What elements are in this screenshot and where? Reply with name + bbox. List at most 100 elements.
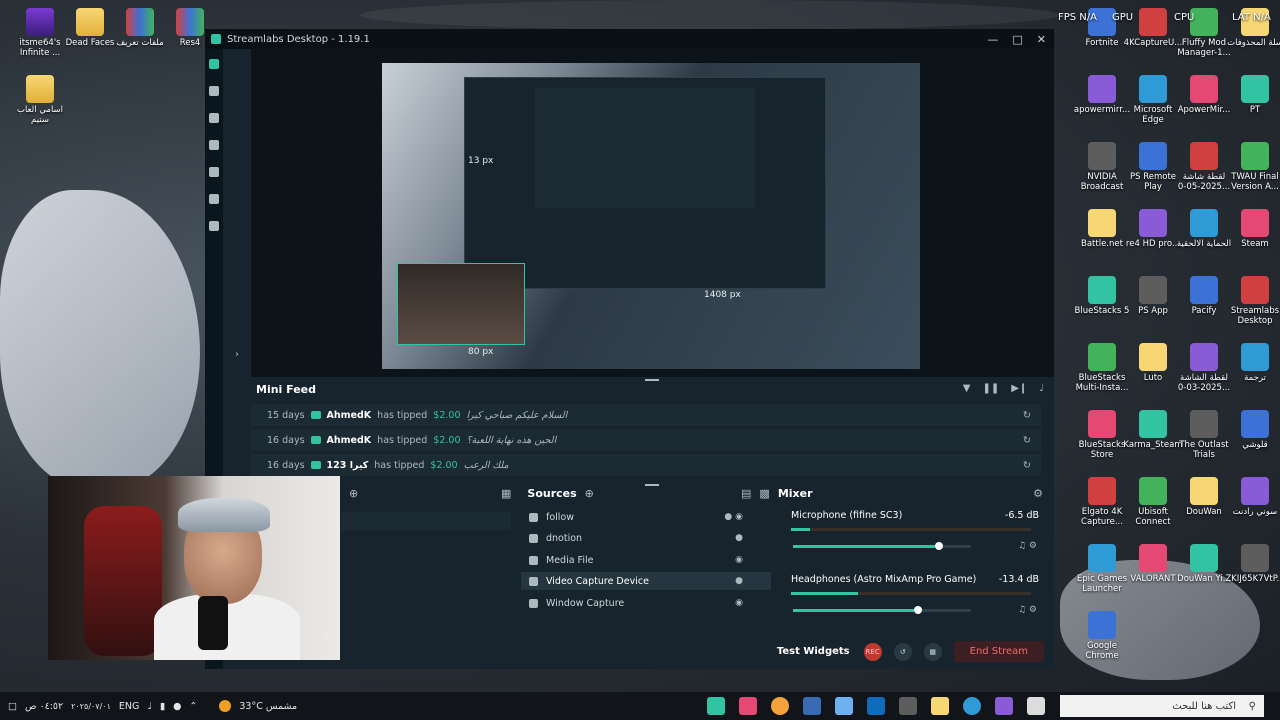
- battery-icon[interactable]: ▮: [160, 701, 165, 712]
- desktop-icon[interactable]: TWAU Final Version A...: [1225, 142, 1280, 192]
- notification-icon[interactable]: □: [8, 701, 17, 712]
- dashboard-icon[interactable]: [209, 86, 219, 96]
- preview-scene[interactable]: 13 px 1408 px 80 px: [382, 63, 920, 369]
- app-icon: [1088, 410, 1116, 438]
- settings-icon[interactable]: [209, 221, 219, 231]
- clock-date[interactable]: ٢٠٢٥/٠٧/٠١: [71, 702, 111, 711]
- store-taskbar-icon[interactable]: [899, 697, 917, 715]
- replay-buffer-icon[interactable]: ↺: [893, 642, 912, 661]
- source-row[interactable]: Media File ◉: [521, 551, 771, 569]
- app-icon: [1088, 611, 1116, 639]
- source-row[interactable]: dnotion ●: [521, 529, 771, 547]
- mic-vol-knob[interactable]: [935, 542, 944, 550]
- replay-icon[interactable]: ↻: [1023, 410, 1031, 421]
- app-icon: [1241, 276, 1269, 304]
- layout-icon[interactable]: [209, 194, 219, 204]
- test-widgets-button[interactable]: Test Widgets: [777, 646, 850, 657]
- visibility-icon[interactable]: ◉: [735, 598, 743, 608]
- mute-and-gear-icon[interactable]: ♫ ⚙: [1018, 605, 1037, 615]
- edge-taskbar-icon[interactable]: [963, 697, 981, 715]
- source-row[interactable]: Window Capture ◉: [521, 594, 771, 612]
- collapse-chevron-icon[interactable]: ›: [235, 349, 239, 360]
- close-icon[interactable]: ✕: [1037, 33, 1046, 46]
- folder-icon[interactable]: ▦: [501, 487, 511, 500]
- tools-icon[interactable]: [209, 140, 219, 150]
- hp-vol-fill: [793, 609, 915, 612]
- stream-preview[interactable]: 13 px 1408 px 80 px: [251, 49, 1054, 377]
- replay-icon[interactable]: ↻: [1023, 460, 1031, 471]
- outlook-taskbar-icon[interactable]: [867, 697, 885, 715]
- pause-icon[interactable]: ❚❚: [982, 383, 999, 394]
- add-scene-icon[interactable]: ⊕: [349, 487, 358, 500]
- hp-vol-knob[interactable]: [914, 606, 923, 614]
- volume-icon[interactable]: ♩: [147, 701, 151, 712]
- desktop-icon[interactable]: سوني رادنت: [1225, 477, 1280, 517]
- chevron-up-icon[interactable]: ⌃: [189, 701, 197, 712]
- wallpaper-streak: [360, 0, 1060, 30]
- volume-slider[interactable]: [793, 606, 971, 614]
- source-row[interactable]: follow ● ◉: [521, 508, 771, 526]
- skip-icon[interactable]: ▶❙: [1011, 383, 1027, 394]
- steam-taskbar-icon[interactable]: [803, 697, 821, 715]
- add-source-icon[interactable]: ⊕: [585, 487, 594, 500]
- desktop-icon-label: PS App: [1138, 306, 1168, 316]
- desktop-icon[interactable]: PT: [1225, 75, 1280, 115]
- explorer-taskbar-icon[interactable]: [931, 697, 949, 715]
- taskbar: □ ٠٤:٥٢ ص ٢٠٢٥/٠٧/٠١ ENG ♩ ▮ ● ⌃ 33°C مش…: [0, 692, 1280, 720]
- webcam-source-box[interactable]: [397, 263, 525, 345]
- source-row-selected[interactable]: Video Capture Device ●: [521, 572, 771, 590]
- desktop-icon[interactable]: Streamlabs Desktop: [1225, 276, 1280, 326]
- desktop-icon[interactable]: ZKIJ65K7VtP...: [1225, 544, 1280, 584]
- library-icon[interactable]: [209, 113, 219, 123]
- end-stream-button[interactable]: End Stream: [953, 641, 1044, 662]
- desktop-icon[interactable]: قلوشي: [1225, 410, 1280, 450]
- search-input[interactable]: اكتب هنا للبحث ⚲: [1060, 695, 1264, 717]
- maximize-icon[interactable]: □: [1012, 33, 1022, 46]
- volume-icon[interactable]: ♩: [1039, 383, 1044, 394]
- desktop-icon-label: The Outlast Trials: [1179, 440, 1229, 460]
- lock-icon[interactable]: ●: [735, 576, 743, 586]
- desktop-icon[interactable]: ترجمة: [1225, 343, 1280, 383]
- language-indicator[interactable]: ENG: [119, 701, 139, 712]
- desktop-icon[interactable]: Steam: [1225, 209, 1280, 249]
- replay-icon[interactable]: ↻: [1023, 435, 1031, 446]
- search-placeholder: اكتب هنا للبحث: [1172, 700, 1236, 712]
- archive-icon: [176, 8, 204, 36]
- record-button[interactable]: REC: [863, 642, 882, 661]
- weather-text[interactable]: 33°C مشمس: [239, 701, 297, 712]
- desktop-icon[interactable]: اسامي العاب ستيم: [10, 75, 70, 125]
- advanced-audio-icon[interactable]: ▤: [741, 487, 751, 500]
- app-taskbar-icon[interactable]: [995, 697, 1013, 715]
- app-icon: [1241, 142, 1269, 170]
- visibility-icon[interactable]: ◉: [735, 555, 743, 565]
- app-icon: [1139, 544, 1167, 572]
- store-icon[interactable]: [209, 167, 219, 177]
- gear-icon[interactable]: ⚙: [1033, 487, 1043, 500]
- streamlabs-taskbar-icon[interactable]: [707, 697, 725, 715]
- app-icon: [1088, 75, 1116, 103]
- lock-icon[interactable]: ● ◉: [724, 512, 743, 522]
- feed-message: الحين هذه نهاية اللعبة؟: [466, 434, 557, 446]
- desktop-icon[interactable]: Google Chrome: [1072, 611, 1132, 661]
- clock-time[interactable]: ٠٤:٥٢ ص: [25, 701, 63, 712]
- app-icon: [1241, 410, 1269, 438]
- scenes-pane: ⊕: [341, 484, 511, 624]
- mute-and-gear-icon[interactable]: ♫ ⚙: [1018, 541, 1037, 551]
- scene-row-selected[interactable]: [341, 512, 511, 530]
- copilot-taskbar-icon[interactable]: [835, 697, 853, 715]
- filter-icon[interactable]: ▼: [963, 383, 971, 394]
- desktop-icon-label: Ubisoft Connect: [1135, 507, 1171, 527]
- minimize-icon[interactable]: —: [987, 33, 998, 46]
- lat-readout: LAT N/A: [1232, 12, 1271, 23]
- audio-settings-icon[interactable]: ▩: [759, 487, 769, 500]
- task-view-icon[interactable]: [1027, 697, 1045, 715]
- title-bar[interactable]: Streamlabs Desktop - 1.19.1 — □ ✕: [205, 29, 1054, 49]
- lock-icon[interactable]: ●: [735, 533, 743, 543]
- douwan-taskbar-icon[interactable]: [739, 697, 757, 715]
- mic-icon[interactable]: ●: [173, 701, 181, 712]
- chrome-taskbar-icon[interactable]: [771, 697, 789, 715]
- app-icon: [1088, 142, 1116, 170]
- volume-slider[interactable]: [793, 542, 971, 550]
- editor-icon[interactable]: [209, 59, 219, 69]
- schedule-icon[interactable]: ▦: [923, 642, 942, 661]
